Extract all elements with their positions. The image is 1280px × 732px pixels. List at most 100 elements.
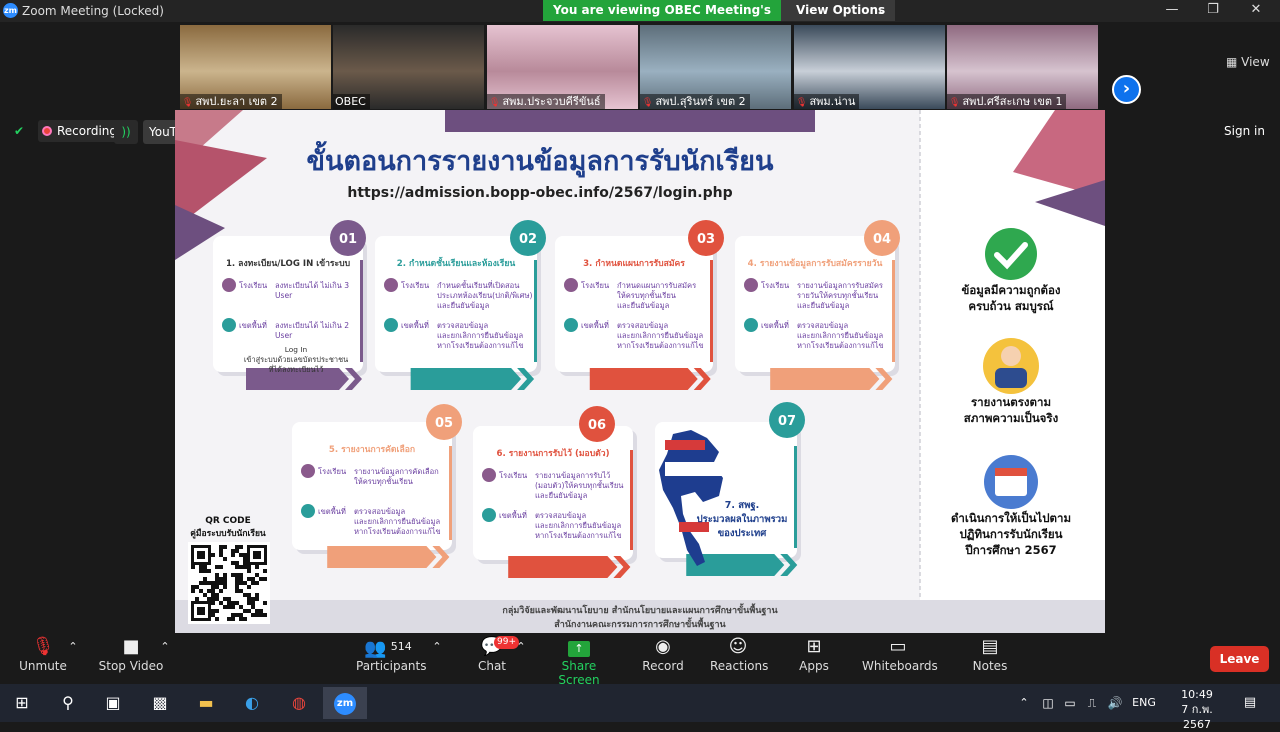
participant-tile[interactable]: 🎙 สพป.สุรินทร์ เขต 2 [640, 25, 791, 109]
district-icon [384, 318, 398, 332]
qr-module [247, 565, 251, 569]
audio-options-caret[interactable]: ⌃ [66, 633, 80, 684]
calendar-header [995, 468, 1027, 476]
share-screen-button[interactable]: ↑ Share Screen [544, 633, 614, 687]
qr-module [215, 585, 219, 589]
meet-now-icon[interactable]: ◫ [1038, 687, 1058, 719]
participants-button[interactable]: 👥 514 Participants [356, 633, 427, 684]
minimize-icon[interactable]: — [1160, 2, 1184, 20]
qr-app-icon[interactable]: ▩ [140, 687, 180, 719]
language-indicator[interactable]: ENG [1128, 687, 1160, 719]
side-panel-text: ดำเนินการให้เป็นไปตามปฏิทินการรับนักเรีย… [951, 510, 1071, 557]
notifications-icon[interactable]: ▤ [1236, 687, 1264, 719]
participants-options-caret[interactable]: ⌃ [430, 633, 444, 684]
record-button[interactable]: ◉ Record [642, 633, 684, 684]
qr-module [203, 593, 207, 597]
caret-up-icon: ⌃ [516, 640, 526, 653]
shield-icon[interactable]: ✔ [10, 122, 28, 140]
zoom-icon[interactable]: zm [323, 687, 367, 719]
chevron-up-icon[interactable]: ⌃ [1014, 687, 1034, 719]
recording-indicator[interactable]: Recording [38, 120, 120, 142]
qr-module [223, 585, 227, 589]
qr-module [207, 589, 211, 593]
leave-button[interactable]: Leave [1210, 646, 1269, 672]
clock-date: 7 ก.พ. 2567 [1181, 703, 1213, 731]
qr-module [223, 577, 227, 581]
sign-in-link[interactable]: Sign in [1224, 124, 1265, 138]
qr-module [235, 573, 239, 577]
step-number: 07 [778, 414, 796, 429]
chat-options-caret[interactable]: ⌃ [514, 633, 528, 684]
reactions-button[interactable]: ☺ Reactions [710, 633, 768, 684]
chat-button[interactable]: 💬 Chat 99+ [474, 633, 519, 684]
role-label: เขตพื้นที่ [499, 510, 527, 520]
qr-module [211, 609, 215, 613]
participant-tile[interactable]: 🎙 สพม.ประจวบคีรีขันธ์ [487, 25, 638, 109]
maximize-icon[interactable]: ❐ [1201, 2, 1225, 20]
chat-label: Chat [477, 659, 507, 673]
caret-up-icon: ⌃ [432, 640, 442, 653]
qr-module [223, 557, 227, 561]
qr-module [231, 561, 235, 565]
apps-label: Apps [799, 659, 829, 673]
qr-module [235, 561, 239, 565]
view-options-button[interactable]: View Options ⌄ [781, 0, 895, 21]
notes-button[interactable]: ▤ Notes [970, 633, 1010, 684]
unmute-button[interactable]: 🎙 Unmute [18, 633, 68, 684]
participant-tile[interactable]: OBEC [333, 25, 484, 109]
live-stream-icon[interactable]: )) [114, 120, 138, 144]
qr-module [219, 577, 223, 581]
network-icon[interactable]: ⎍ [1082, 687, 1102, 719]
edge-icon[interactable]: ◐ [232, 687, 272, 719]
close-icon[interactable]: ✕ [1244, 2, 1268, 20]
notes-icon: ▤ [981, 636, 999, 657]
participant-name: 🎙 สพม.ประจวบคีรีขันธ์ [487, 94, 605, 109]
task-view-icon[interactable]: ▣ [93, 687, 133, 719]
qr-module [223, 597, 227, 601]
step-title: 5. รายงานการคัดเลือก [329, 444, 415, 455]
qr-module [235, 549, 239, 553]
apps-icon: ⊞ [806, 636, 822, 657]
step-card: 066. รายงานการรับไว้ (มอบตัว)โรงเรียน ราย… [473, 406, 637, 578]
qr-module [203, 581, 207, 585]
smiley-icon: ☺ [728, 636, 748, 657]
search-icon[interactable]: ⚲ [48, 687, 88, 719]
muted-mic-icon: 🎙 [489, 98, 501, 108]
muted-mic-icon: 🎙 [642, 98, 654, 108]
stop-video-button[interactable]: ■ Stop Video [98, 633, 164, 684]
windows-start-icon[interactable]: ⊞ [2, 687, 42, 719]
participant-tile[interactable]: 🎙 สพป.ยะลา เขต 2 [180, 25, 331, 109]
taskbar-clock[interactable]: 10:49 7 ก.พ. 2567 [1166, 687, 1228, 732]
role-label: เขตพื้นที่ [581, 320, 609, 330]
school-icon [384, 278, 398, 292]
slide-url: https://admission.bopp-obec.info/2567/lo… [347, 185, 732, 201]
file-explorer-icon[interactable]: ▬ [186, 687, 226, 719]
muted-mic-icon: 🎙 [182, 98, 194, 108]
battery-icon[interactable]: ▭ [1060, 687, 1080, 719]
qr-module [215, 597, 219, 601]
view-button[interactable]: ▦ View [1226, 55, 1270, 69]
participant-name: OBEC [333, 94, 370, 109]
district-icon [301, 504, 315, 518]
whiteboards-button[interactable]: ▭ Whiteboards [862, 633, 938, 684]
person-icon [983, 338, 1039, 394]
qr-module [191, 585, 195, 589]
step-title: 1. ลงทะเบียน/LOG IN เข้าระบบ [226, 258, 351, 269]
participant-tile[interactable]: 🎙 สพม.น่าน [794, 25, 945, 109]
next-page-arrow-icon[interactable]: › [1112, 75, 1141, 104]
record-label: Record [642, 659, 684, 673]
video-options-caret[interactable]: ⌃ [158, 633, 172, 684]
qr-module [255, 565, 259, 569]
role-label: เขตพื้นที่ [239, 320, 267, 330]
card-edge [534, 260, 537, 362]
card-edge [360, 260, 363, 362]
role-label: เขตพื้นที่ [318, 506, 346, 516]
volume-icon[interactable]: 🔊 [1104, 687, 1126, 719]
card-arrow [770, 368, 880, 390]
qr-module [199, 589, 203, 593]
chrome-icon[interactable]: ◍ [279, 687, 319, 719]
participant-tile[interactable]: 🎙 สพป.ศรีสะเกษ เขต 1 [947, 25, 1098, 109]
participant-name: 🎙 สพป.ศรีสะเกษ เขต 1 [947, 94, 1067, 109]
apps-button[interactable]: ⊞ Apps [796, 633, 832, 684]
step-title: 4. รายงานข้อมูลการรับสมัครรายวัน [748, 258, 883, 269]
